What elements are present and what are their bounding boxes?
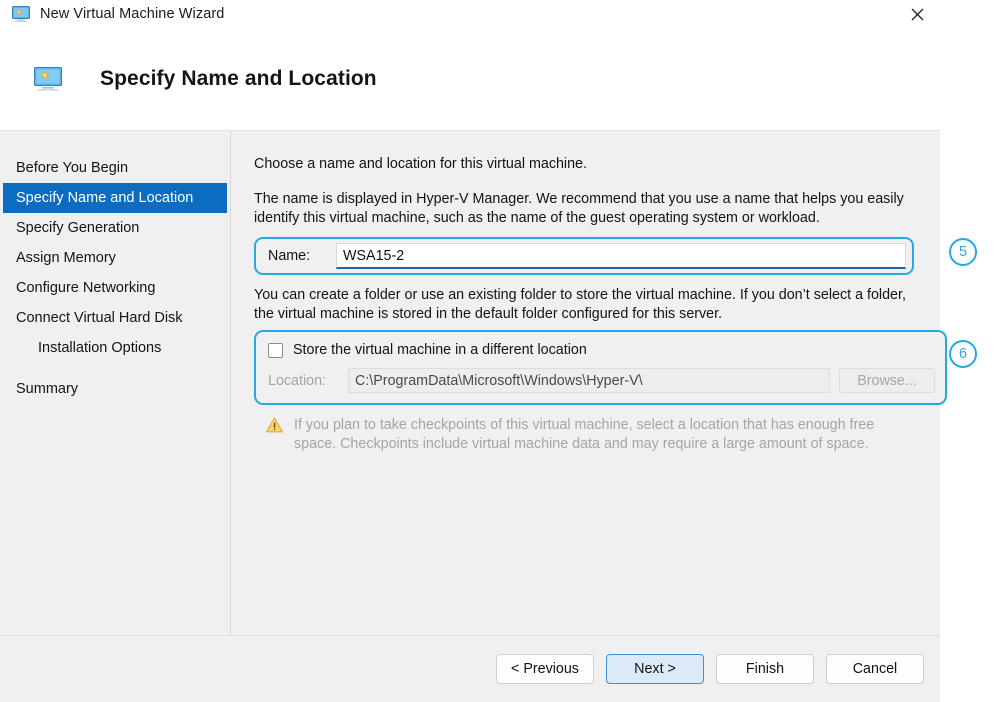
title-bar: New Virtual Machine Wizard [0,0,940,28]
description-text: The name is displayed in Hyper-V Manager… [254,191,904,226]
annotation-badge-6: 6 [949,340,977,368]
sidebar-item-configure-networking[interactable]: Configure Networking [3,273,227,303]
page-title: Specify Name and Location [100,67,377,90]
sidebar-item-specify-generation[interactable]: Specify Generation [3,213,227,243]
window-title: New Virtual Machine Wizard [40,6,225,22]
location-path-input[interactable] [348,368,830,393]
location-field-group: Store the virtual machine in a different… [254,330,947,405]
location-row: Location: Browse... [268,368,935,393]
name-label: Name: [268,248,311,264]
name-field-group: Name: [254,237,914,275]
vm-name-input[interactable] [336,243,906,269]
intro-text: Choose a name and location for this virt… [254,156,587,172]
close-button[interactable] [894,0,940,28]
close-icon [911,8,923,20]
dialog-body: Before You Begin Specify Name and Locati… [0,131,947,635]
browse-button[interactable]: Browse... [839,368,935,393]
virtual-machine-monitor-icon [12,6,30,22]
page-header: Specify Name and Location [0,28,940,131]
wizard-content-pane: Choose a name and location for this virt… [232,131,947,635]
store-location-checkbox-label[interactable]: Store the virtual machine in a different… [293,342,587,358]
annotation-badge-5: 5 [949,238,977,266]
dialog-footer: < Previous Next > Finish Cancel [0,635,940,702]
location-label: Location: [268,372,327,389]
sidebar-item-installation-options[interactable]: Installation Options [3,333,227,363]
cancel-button[interactable]: Cancel [826,654,924,684]
checkpoint-warning: If you plan to take checkpoints of this … [254,416,918,454]
store-location-checkbox-row[interactable]: Store the virtual machine in a different… [268,342,935,358]
wizard-steps-sidebar: Before You Begin Specify Name and Locati… [0,131,231,635]
previous-button[interactable]: < Previous [496,654,594,684]
sidebar-item-specify-name-and-location[interactable]: Specify Name and Location [3,183,227,213]
warning-triangle-icon [266,417,283,433]
next-button[interactable]: Next > [606,654,704,684]
sidebar-item-summary[interactable]: Summary [3,374,227,404]
sidebar-item-assign-memory[interactable]: Assign Memory [3,243,227,273]
virtual-machine-monitor-icon [34,67,62,91]
finish-button[interactable]: Finish [716,654,814,684]
store-location-checkbox[interactable] [268,342,283,358]
new-virtual-machine-wizard-dialog: New Virtual Machine Wizard Specify Name … [0,0,947,702]
sidebar-item-before-you-begin[interactable]: Before You Begin [3,153,227,183]
checkpoint-warning-text: If you plan to take checkpoints of this … [294,417,875,452]
sidebar-item-connect-virtual-hard-disk[interactable]: Connect Virtual Hard Disk [3,303,227,333]
folder-description-text: You can create a folder or use an existi… [254,287,906,322]
